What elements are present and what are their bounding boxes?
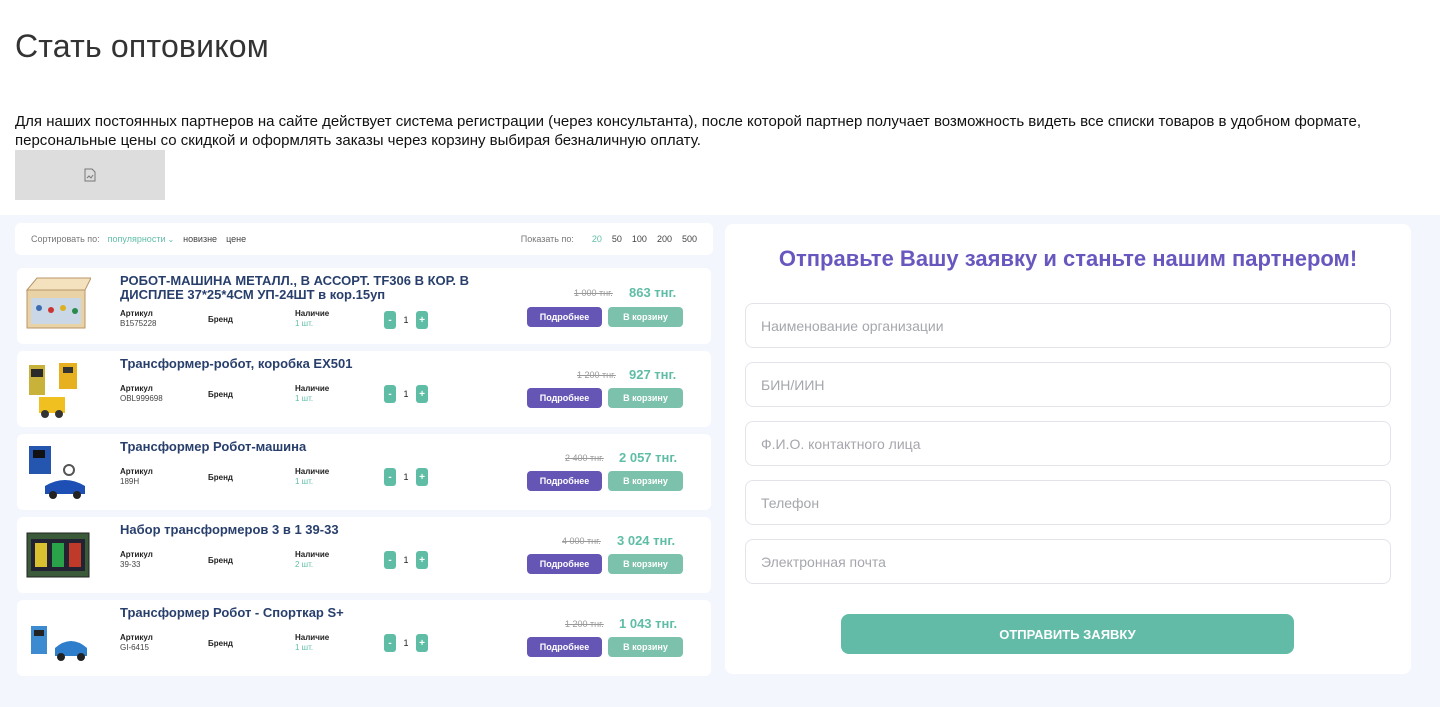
product-thumbnail — [31, 626, 87, 661]
details-button: Подробнее — [527, 554, 602, 574]
add-to-cart-button: В корзину — [608, 307, 683, 327]
quantity-stepper: -1 + — [384, 468, 428, 486]
article-col: Артикул 189H — [120, 467, 153, 486]
product-thumbnail — [29, 363, 77, 418]
details-button: Подробнее — [527, 388, 602, 408]
show-option-500: 500 — [681, 234, 697, 244]
broken-image-placeholder — [15, 150, 165, 200]
form-title: Отправьте Вашу заявку и станьте нашим па… — [778, 246, 1358, 271]
product-thumbnail — [26, 532, 90, 578]
details-button: Подробнее — [527, 307, 602, 327]
old-price: 1 200 тнг. — [577, 370, 616, 380]
submit-application-button[interactable]: ОТПРАВИТЬ ЗАЯВКУ — [841, 614, 1294, 654]
product-name: Трансформер Робот-машина — [120, 439, 307, 454]
intro-text: Для наших постоянных партнеров на сайте … — [15, 113, 1362, 149]
sort-option-popularity: популярности ⌄ — [107, 234, 175, 244]
phone-input[interactable] — [745, 480, 1391, 525]
organization-name-input[interactable] — [745, 303, 1391, 348]
product-card: Трансформер-робот, коробка EX501 Артикул… — [17, 351, 711, 427]
minus-icon: - — [384, 634, 396, 652]
stock-col: Наличие 2 шт. — [295, 550, 330, 569]
product-name: Трансформер Робот - Спорткар S+ — [120, 605, 344, 620]
minus-icon: - — [384, 468, 396, 486]
chevron-down-icon: ⌄ — [167, 235, 175, 244]
add-to-cart-button: В корзину — [608, 471, 683, 491]
old-price: 1 200 тнг. — [565, 619, 604, 629]
price: 863 тнг. — [629, 285, 677, 300]
old-price: 2 400 тнг. — [565, 453, 604, 463]
partner-application-form: Отправьте Вашу заявку и станьте нашим па… — [725, 224, 1411, 674]
article-col: Артикул 39-33 — [120, 550, 153, 569]
product-card: Набор трансформеров 3 в 1 39-33 Артикул 3… — [17, 517, 711, 593]
brand-col: Бренд — [208, 639, 233, 648]
price: 1 043 тнг. — [619, 616, 678, 631]
show-option-20: 20 — [591, 234, 602, 244]
product-card: Трансформер Робот - Спорткар S+ Артикул G… — [17, 600, 711, 676]
show-option-200: 200 — [656, 234, 672, 244]
brand-col: Бренд — [208, 315, 233, 324]
product-thumbnail — [25, 277, 91, 329]
product-card: Трансформер Робот-машина Артикул 189H Бре… — [17, 434, 711, 510]
plus-icon: + — [415, 468, 428, 486]
product-thumbnail — [29, 446, 85, 499]
page-title: Стать оптовиком — [15, 28, 269, 64]
stock-col: Наличие 1 шт. — [295, 384, 330, 403]
sort-bar: Сортировать по: популярности ⌄ новизне це… — [15, 223, 713, 255]
plus-icon: + — [415, 311, 428, 329]
details-button: Подробнее — [527, 471, 602, 491]
add-to-cart-button: В корзину — [608, 637, 683, 657]
stock-col: Наличие 1 шт. — [295, 467, 330, 486]
product-card: РОБОТ-МАШИНА МЕТАЛЛ., В АССОРТ. TF306 В … — [17, 268, 711, 344]
product-name: Набор трансформеров 3 в 1 39-33 — [120, 522, 339, 537]
minus-icon: - — [384, 551, 396, 569]
minus-icon: - — [384, 385, 396, 403]
sort-label: Сортировать по: — [31, 234, 100, 244]
quantity-stepper: -1 + — [384, 385, 428, 403]
quantity-stepper: -1 + — [384, 551, 428, 569]
contact-person-input[interactable] — [745, 421, 1391, 466]
sort-option-price: цене — [226, 234, 247, 244]
bin-iin-input[interactable] — [745, 362, 1391, 407]
plus-icon: + — [415, 385, 428, 403]
catalog-preview-image: Сортировать по: популярности ⌄ новизне це… — [15, 223, 713, 676]
add-to-cart-button: В корзину — [608, 554, 683, 574]
article-col: Артикул OBL999698 — [120, 384, 163, 403]
article-col: Артикул B1575228 — [120, 309, 157, 328]
old-price: 4 000 тнг. — [562, 536, 601, 546]
show-label: Показать по: — [520, 234, 574, 244]
add-to-cart-button: В корзину — [608, 388, 683, 408]
show-option-100: 100 — [631, 234, 647, 244]
show-option-50: 50 — [611, 234, 622, 244]
details-button: Подробнее — [527, 637, 602, 657]
quantity-stepper: -1 + — [384, 311, 428, 329]
old-price: 1 000 тнг. — [574, 288, 613, 298]
article-col: Артикул GI-6415 — [120, 633, 153, 652]
price: 927 тнг. — [629, 367, 677, 382]
brand-col: Бренд — [208, 473, 233, 482]
quantity-stepper: -1 + — [384, 634, 428, 652]
brand-col: Бренд — [208, 556, 233, 565]
price: 2 057 тнг. — [619, 450, 678, 465]
price: 3 024 тнг. — [617, 533, 676, 548]
brand-col: Бренд — [208, 390, 233, 399]
plus-icon: + — [415, 634, 428, 652]
sort-option-new: новизне — [183, 234, 218, 244]
broken-image-icon — [84, 168, 96, 182]
stock-col: Наличие 1 шт. — [295, 633, 330, 652]
minus-icon: - — [384, 311, 396, 329]
product-name: Трансформер-робот, коробка EX501 — [120, 356, 353, 371]
plus-icon: + — [415, 551, 428, 569]
email-input[interactable] — [745, 539, 1391, 584]
stock-col: Наличие 1 шт. — [295, 309, 330, 328]
product-name: РОБОТ-МАШИНА МЕТАЛЛ., В АССОРТ. TF306 В … — [120, 273, 469, 302]
